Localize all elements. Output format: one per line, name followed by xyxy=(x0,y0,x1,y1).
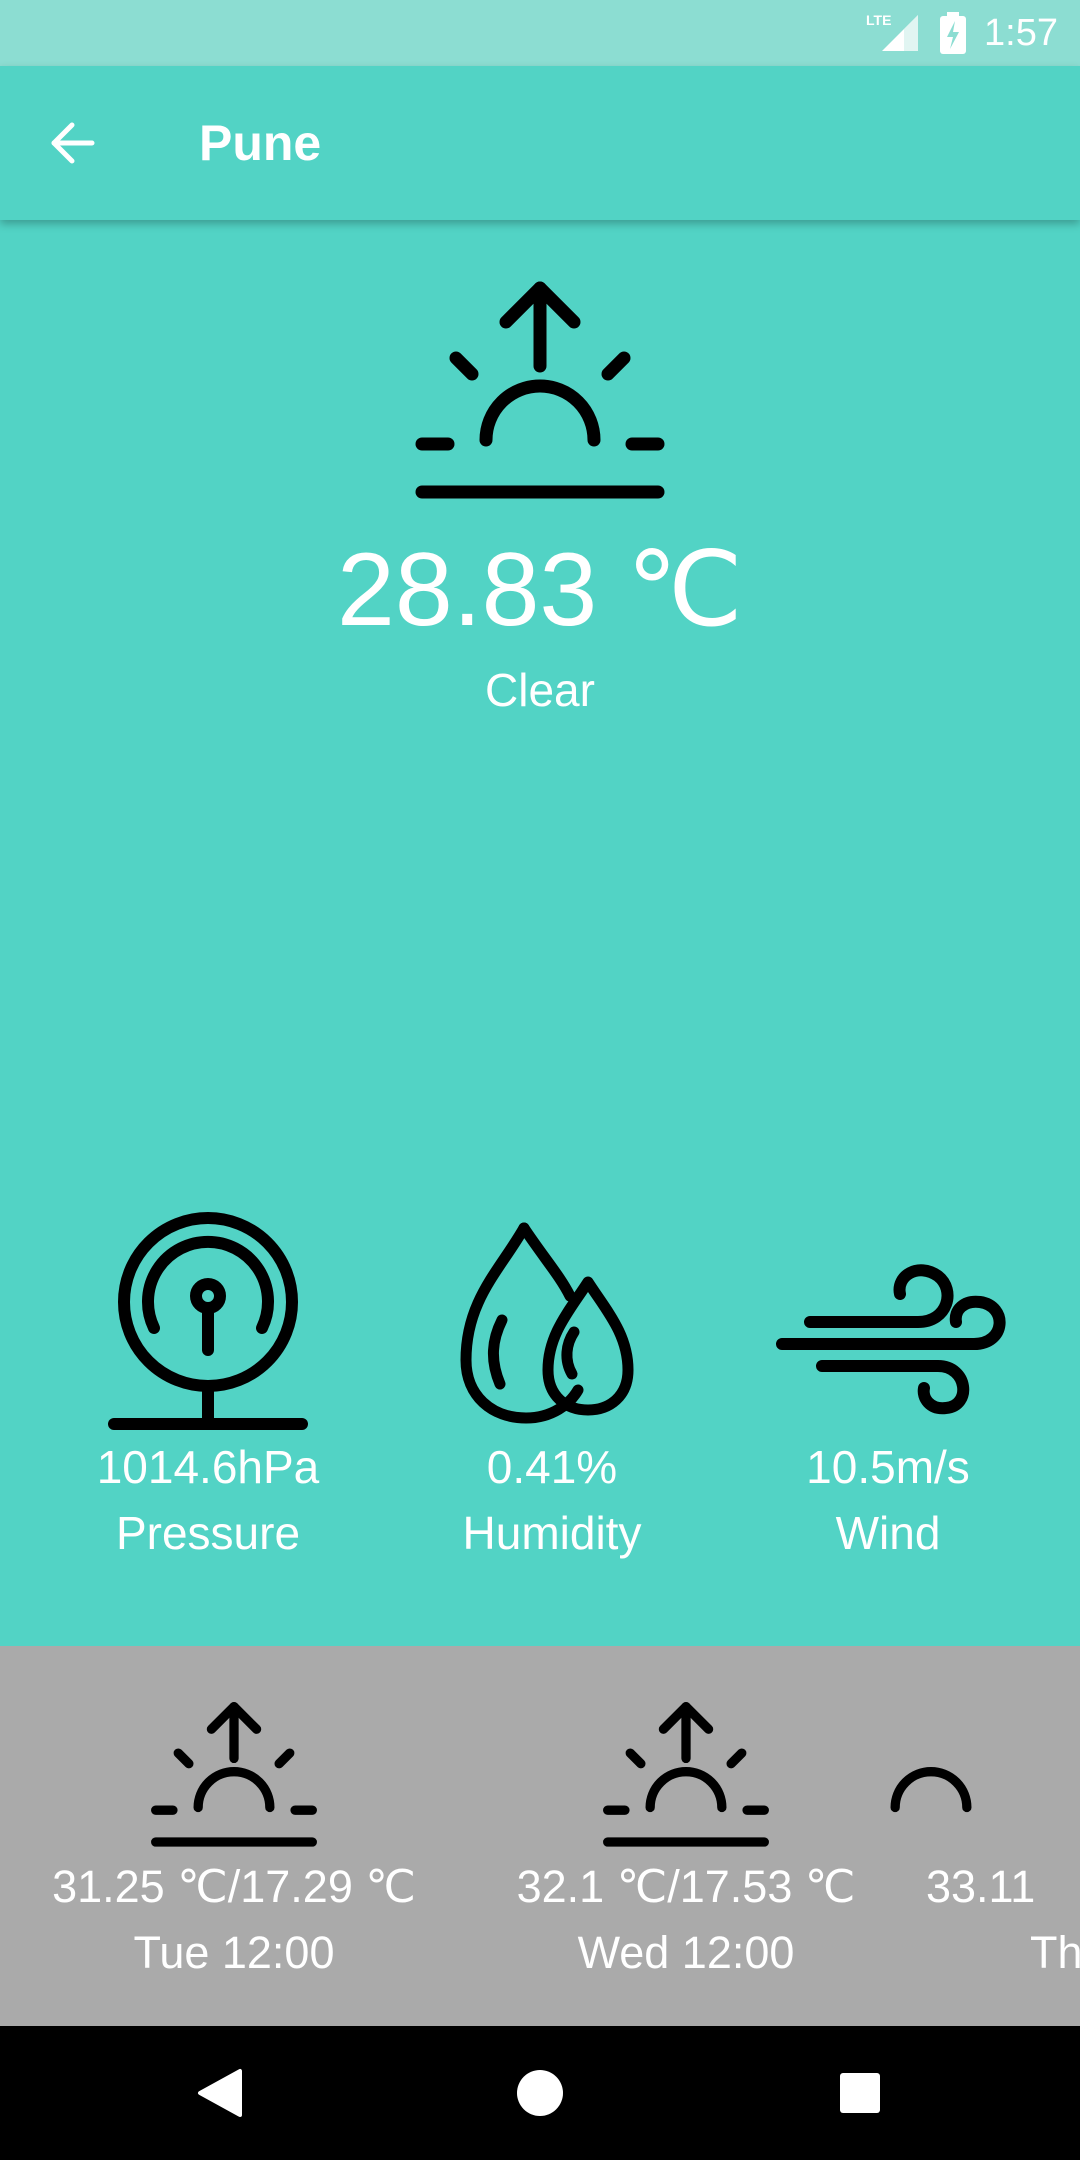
forecast-day: Th xyxy=(1030,1927,1080,1978)
wind-label: Wind xyxy=(835,1507,941,1559)
current-weather-panel: 28.83 ℃ Clear 1014.6hPa Pressure 0.41% H… xyxy=(0,220,1080,1646)
arrow-back-icon xyxy=(51,122,95,164)
forecast-list[interactable]: 31.25 ℃/17.29 ℃ Tue 12:00 32.1 ℃/17.53 ℃… xyxy=(0,1646,1080,2026)
forecast-item[interactable]: 31.25 ℃/17.29 ℃ Tue 12:00 xyxy=(4,1700,464,1986)
humidity-icon xyxy=(460,1222,634,1424)
sunrise-icon xyxy=(603,1701,769,1847)
humidity-value: 0.41% xyxy=(486,1441,618,1493)
svg-text:LTE: LTE xyxy=(866,12,891,28)
forecast-day: Wed 12:00 xyxy=(577,1927,795,1978)
nav-recents-button[interactable] xyxy=(823,2056,897,2130)
lte-signal-icon: LTE xyxy=(866,12,919,51)
back-button[interactable] xyxy=(40,111,104,175)
status-bar: LTE 1:57 xyxy=(0,0,1080,66)
pressure-value: 1014.6hPa xyxy=(96,1441,320,1493)
app-bar: Pune xyxy=(0,66,1080,220)
forecast-temp: 31.25 ℃/17.29 ℃ xyxy=(52,1861,416,1912)
system-nav-bar xyxy=(0,2026,1080,2160)
humidity-stat: 0.41% Humidity xyxy=(392,1210,712,1566)
forecast-temp: 32.1 ℃/17.53 ℃ xyxy=(516,1861,856,1912)
wind-value: 10.5m/s xyxy=(806,1441,970,1493)
status-time: 1:57 xyxy=(984,11,1058,54)
forecast-item[interactable]: 33.11 Th xyxy=(890,1700,1080,1986)
pressure-stat: 1014.6hPa Pressure xyxy=(48,1210,368,1566)
humidity-label: Humidity xyxy=(462,1507,642,1559)
square-recents-icon xyxy=(840,2073,880,2113)
pressure-icon xyxy=(108,1212,308,1430)
battery-charging-icon xyxy=(940,12,967,54)
sunrise-icon xyxy=(151,1701,317,1847)
forecast-day: Tue 12:00 xyxy=(133,1927,335,1978)
circle-home-icon xyxy=(517,2070,563,2116)
page-title: Pune xyxy=(199,115,322,171)
current-temperature: 28.83 ℃ xyxy=(337,532,743,648)
nav-back-button[interactable] xyxy=(183,2056,257,2130)
sunrise-icon xyxy=(415,281,665,499)
wind-stat: 10.5m/s Wind xyxy=(728,1210,1048,1566)
sunrise-icon xyxy=(890,1767,972,1813)
current-condition: Clear xyxy=(485,664,595,716)
wind-icon xyxy=(776,1264,1006,1415)
pressure-label: Pressure xyxy=(115,1507,301,1559)
forecast-temp: 33.11 xyxy=(926,1861,1036,1912)
nav-home-button[interactable] xyxy=(503,2056,577,2130)
triangle-back-icon xyxy=(198,2069,242,2117)
